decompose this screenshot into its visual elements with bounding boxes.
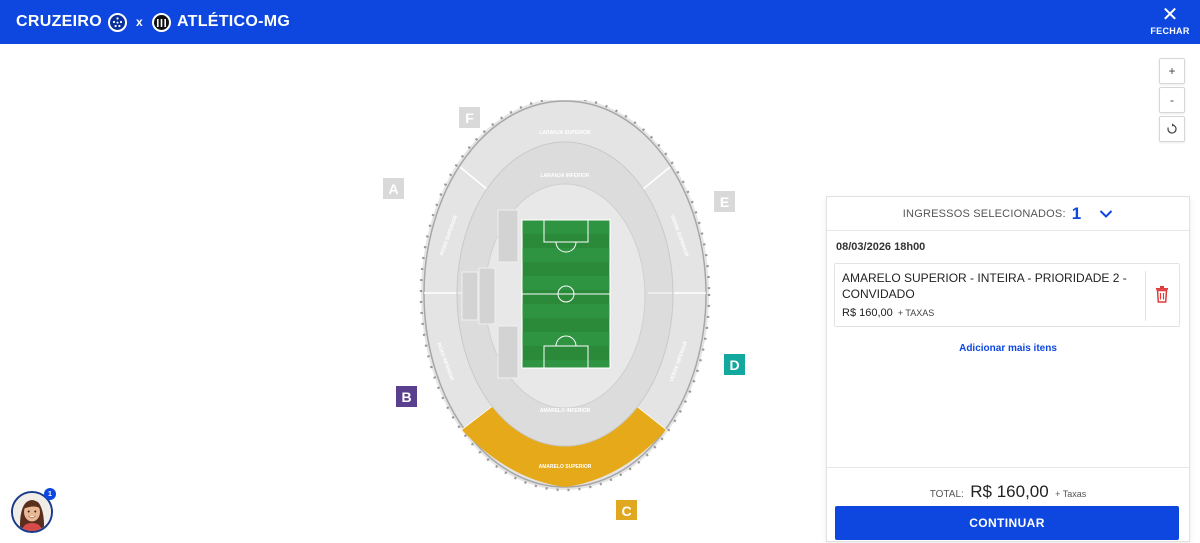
close-label: FECHAR [1150, 26, 1190, 36]
cruzeiro-crest-icon [107, 12, 127, 32]
ticket-item: AMARELO SUPERIOR - INTEIRA - PRIORIDADE … [834, 263, 1180, 327]
total-tax: + Taxas [1055, 489, 1087, 499]
ticket-price-row: R$ 160,00 + TAXAS [842, 307, 934, 319]
away-team-name: ATLÉTICO-MG [176, 13, 291, 30]
ticket-tax: + TAXAS [897, 308, 935, 318]
sector-label-amarelo-inferior: AMARELO INFERIOR [540, 408, 591, 414]
sector-label-laranja-inferior: LARANJA INFERIOR [541, 173, 590, 179]
match-title: CRUZEIRO x ATLÉTICO-MG [16, 0, 290, 44]
trash-icon[interactable] [1155, 285, 1169, 303]
rotate-icon [1167, 123, 1177, 134]
gate-d-label: D [729, 357, 739, 373]
sector-label-laranja-superior: LARANJA SUPERIOR [539, 130, 591, 136]
event-date: 08/03/2026 18h00 [836, 241, 926, 253]
reset-view-button[interactable] [1159, 116, 1185, 142]
home-team-name: CRUZEIRO [16, 13, 102, 30]
top-bar: CRUZEIRO x ATLÉTICO-MG ✕ FECHAR [0, 0, 1200, 44]
ticket-price: R$ 160,00 [842, 307, 893, 319]
stadium-map[interactable]: LARANJA SUPERIOR LARANJA INFERIOR AMAREL… [380, 100, 760, 520]
selected-tickets-label: INGRESSOS SELECIONADOS: [902, 207, 1066, 220]
zoom-out-button[interactable]: - [1159, 87, 1185, 113]
total-row: TOTAL: R$ 160,00 + Taxas [827, 482, 1189, 502]
cart-footer: TOTAL: R$ 160,00 + Taxas CONTINUAR [827, 467, 1189, 543]
chevron-down-icon[interactable] [1099, 209, 1113, 219]
selected-tickets-count: 1 [1071, 203, 1082, 223]
sector-label-amarelo-superior: AMARELO SUPERIOR [539, 464, 592, 470]
close-button[interactable]: ✕ FECHAR [1150, 4, 1190, 40]
add-more-items-link[interactable]: Adicionar mais itens [827, 343, 1189, 354]
total-value: R$ 160,00 [970, 482, 1049, 501]
notification-badge: 1 [44, 488, 56, 500]
ticket-divider [1145, 271, 1146, 321]
gate-c-label: C [621, 503, 631, 519]
gate-f-label: F [465, 110, 474, 126]
zoom-in-button[interactable]: + [1159, 58, 1185, 84]
cart-header[interactable]: INGRESSOS SELECIONADOS: 1 [827, 197, 1189, 231]
continue-button[interactable]: CONTINUAR [835, 506, 1179, 540]
total-label: TOTAL: [929, 489, 964, 500]
close-icon: ✕ [1161, 4, 1179, 26]
atletico-crest-icon [151, 12, 171, 32]
cart-panel: INGRESSOS SELECIONADOS: 1 08/03/2026 18h… [826, 196, 1190, 542]
gate-e-label: E [720, 194, 729, 210]
gate-b-label: B [401, 389, 411, 405]
gate-a-label: A [388, 181, 398, 197]
versus-label: x [135, 15, 143, 29]
ticket-name: AMARELO SUPERIOR - INTEIRA - PRIORIDADE … [842, 271, 1127, 301]
